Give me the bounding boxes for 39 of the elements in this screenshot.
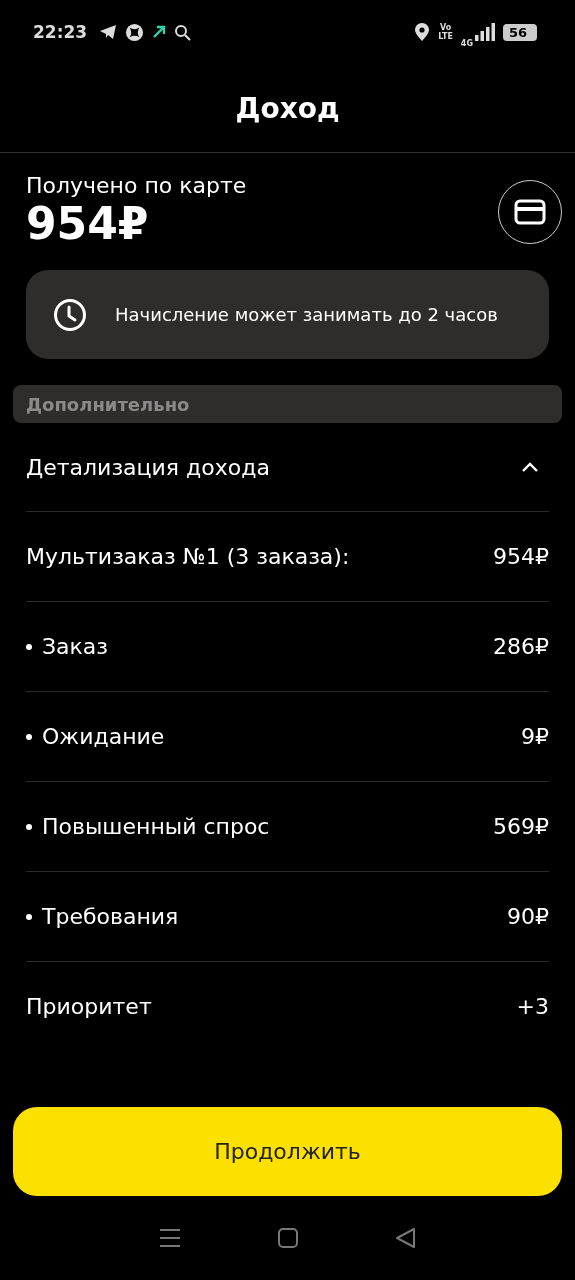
- row-label: Приоритет: [26, 994, 152, 1019]
- continue-button[interactable]: Продолжить: [13, 1107, 562, 1196]
- network-label: 4G: [460, 38, 473, 48]
- bullet-icon: [26, 733, 32, 740]
- row-value: 954₽: [493, 544, 549, 569]
- summary-label: Получено по карте: [26, 173, 247, 198]
- card-icon: [514, 198, 546, 225]
- row-label: Ожидание: [42, 724, 165, 749]
- bullet-icon: [26, 913, 32, 920]
- paper-plane-icon: [99, 24, 118, 40]
- bullet-icon: [26, 823, 32, 830]
- signal-icon: [475, 23, 495, 41]
- row-label: Мультизаказ №1 (3 заказа):: [26, 544, 350, 569]
- row-value: 9₽: [521, 724, 549, 749]
- back-icon[interactable]: [396, 1228, 417, 1248]
- search-icon: [174, 23, 192, 41]
- details-toggle[interactable]: Детализация дохода: [26, 423, 549, 512]
- volte-label: LTE: [438, 32, 453, 41]
- summary-amount: 954₽: [26, 198, 150, 250]
- clock-icon: [53, 297, 87, 332]
- row-value: 90₽: [507, 904, 549, 929]
- arrow-icon: [152, 25, 167, 39]
- row-label: Заказ: [42, 634, 109, 659]
- volte-label: Vo: [439, 23, 452, 32]
- screen-title: Доход: [235, 91, 340, 125]
- bullet-icon: [26, 643, 32, 650]
- row-value: 286₽: [493, 634, 549, 659]
- menu-icon[interactable]: [158, 1228, 181, 1248]
- row-label: Требования: [42, 904, 179, 929]
- section-title: Дополнительно: [26, 393, 190, 415]
- location-pin-icon: [414, 22, 431, 42]
- notice-text: Начисление может занимать до 2 часов: [115, 304, 498, 325]
- row-value: 569₽: [493, 814, 549, 839]
- app-icon: [125, 22, 145, 42]
- row-label: Повышенный спрос: [42, 814, 270, 839]
- row-value: +3: [516, 994, 549, 1019]
- battery-indicator: 56: [503, 23, 537, 41]
- home-icon[interactable]: [278, 1228, 299, 1248]
- clock-time: 22:23: [33, 22, 88, 42]
